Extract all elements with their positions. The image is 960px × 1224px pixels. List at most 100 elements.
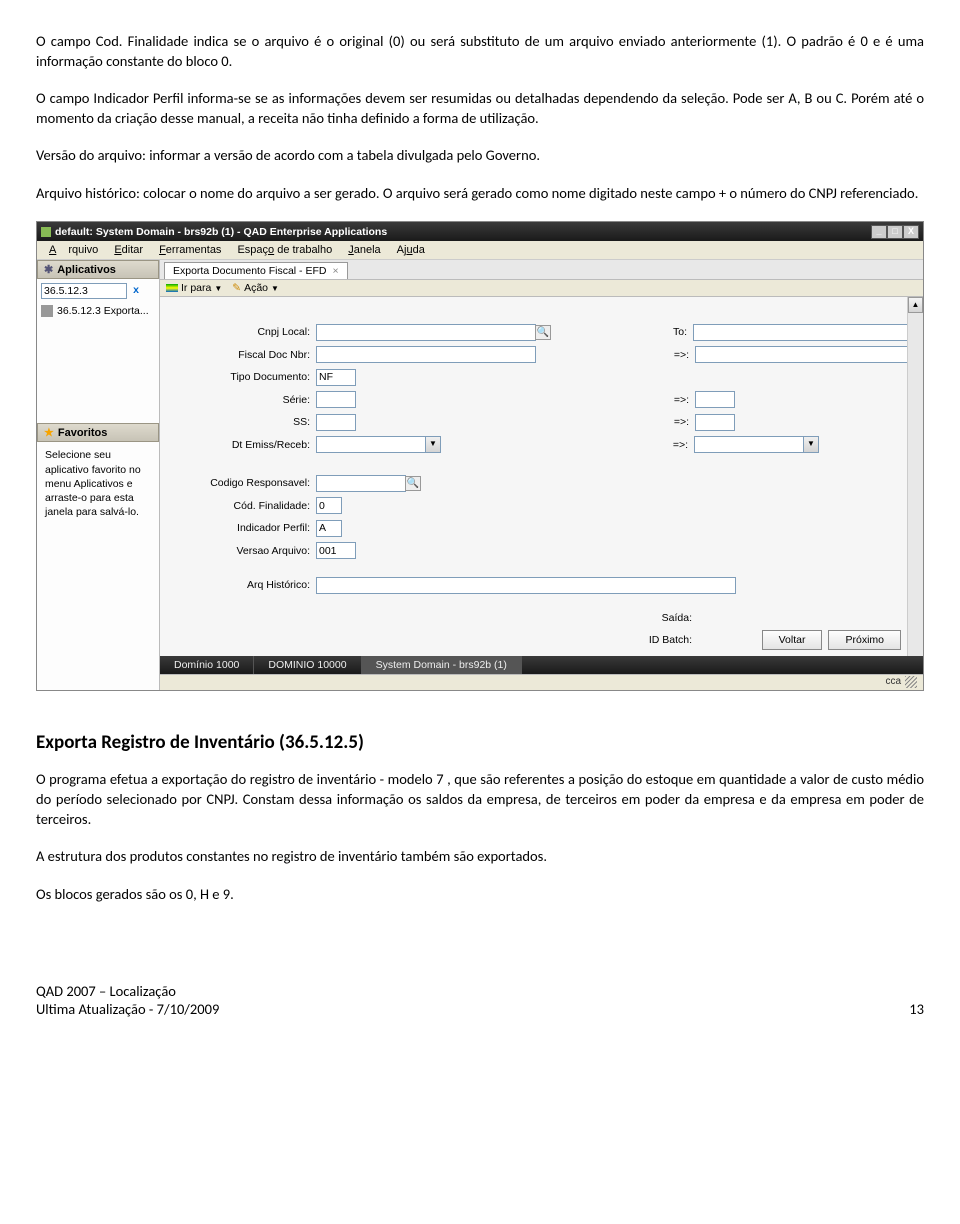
label-indicador-perfil: Indicador Perfil: xyxy=(168,522,316,534)
sidebar-item-label: 36.5.12.3 Exporta... xyxy=(57,305,149,317)
proximo-button[interactable]: Próximo xyxy=(828,630,901,650)
main-area: Exporta Documento Fiscal - EFD × Ir para… xyxy=(160,260,923,690)
vertical-scrollbar[interactable]: ▲ xyxy=(907,297,923,656)
section-heading: Exporta Registro de Inventário (36.5.12.… xyxy=(36,731,924,754)
menu-espaco[interactable]: Espaço de trabalho xyxy=(231,243,338,257)
menu-arquivo[interactable]: Arquivo xyxy=(43,243,104,257)
label-eq: =>: xyxy=(613,416,695,428)
chevron-down-icon: ▼ xyxy=(214,284,222,293)
label-eq: =>: xyxy=(613,349,695,361)
ss-to-input[interactable] xyxy=(695,414,735,431)
tab-label: Exporta Documento Fiscal - EFD xyxy=(173,265,326,277)
label-arq-historico: Arq Histórico: xyxy=(168,579,316,591)
page-number: 13 xyxy=(909,1000,924,1018)
status-user: cca xyxy=(885,676,901,687)
close-button[interactable]: X xyxy=(903,225,919,239)
paragraph: Versão do arquivo: informar a versão de … xyxy=(36,146,924,166)
sidebar-search-input[interactable] xyxy=(41,283,127,299)
chevron-down-icon: ▼ xyxy=(271,284,279,293)
irpara-button[interactable]: Ir para ▼ xyxy=(166,282,222,294)
status-dominio10000[interactable]: DOMINIO 10000 xyxy=(254,656,361,674)
paragraph: Os blocos gerados são os 0, H e 9. xyxy=(36,885,924,905)
favoritos-hint: Selecione seu aplicativo favorito no men… xyxy=(37,442,159,525)
lookup-icon[interactable]: 🔍 xyxy=(535,325,551,340)
label-versao-arquivo: Versao Arquivo: xyxy=(168,545,316,557)
codigo-resp-input[interactable] xyxy=(316,475,406,492)
window-titlebar: default: System Domain - brs92b (1) - QA… xyxy=(37,222,923,241)
sidebar-favoritos-head[interactable]: ★ Favoritos xyxy=(37,423,159,442)
menu-ferramentas[interactable]: Ferramentas xyxy=(153,243,227,257)
fiscal-doc-to-input[interactable] xyxy=(695,346,915,363)
versao-arquivo-input[interactable] xyxy=(316,542,356,559)
status-dominio1000[interactable]: Domínio 1000 xyxy=(160,656,254,674)
voltar-button[interactable]: Voltar xyxy=(762,630,823,650)
acao-button[interactable]: ✎ Ação ▼ xyxy=(232,282,279,294)
tab-bar: Exporta Documento Fiscal - EFD × xyxy=(160,260,923,280)
lookup-icon[interactable]: 🔍 xyxy=(405,476,421,491)
tab-exporta-efd[interactable]: Exporta Documento Fiscal - EFD × xyxy=(164,262,348,279)
wand-icon: ✎ xyxy=(232,282,241,294)
sidebar: ✱ Aplicativos x 36.5.12.3 Exporta... ★ xyxy=(37,260,160,690)
menu-editar[interactable]: Editar xyxy=(108,243,149,257)
fiscal-doc-input[interactable] xyxy=(316,346,536,363)
paragraph: A estrutura dos produtos constantes no r… xyxy=(36,847,924,867)
tipo-doc-input[interactable] xyxy=(316,369,356,386)
statusbar-lower: cca xyxy=(160,674,923,690)
acao-label: Ação xyxy=(244,282,268,294)
date-picker-icon[interactable]: ▼ xyxy=(804,436,819,453)
label-fiscal-doc: Fiscal Doc Nbr: xyxy=(168,349,316,361)
irpara-label: Ir para xyxy=(181,282,211,294)
serie-to-input[interactable] xyxy=(695,391,735,408)
paragraph: O campo Cod. Finalidade indica se o arqu… xyxy=(36,32,924,71)
label-ss: SS: xyxy=(168,416,316,428)
indicador-perfil-input[interactable] xyxy=(316,520,342,537)
sidebar-aplicativos-head[interactable]: ✱ Aplicativos xyxy=(37,260,159,279)
label-dt-emiss: Dt Emiss/Receb: xyxy=(168,439,316,451)
form-area: ▲ Cnpj Local: 🔍 To: Fiscal Doc Nbr: xyxy=(160,297,923,656)
sidebar-item-exporta[interactable]: 36.5.12.3 Exporta... xyxy=(41,303,155,319)
page-footer: QAD 2007 – Localização Ultima Atualizaçã… xyxy=(0,982,960,1034)
arq-historico-input[interactable] xyxy=(316,577,736,594)
label-eq: =>: xyxy=(613,394,695,406)
paragraph: O campo Indicador Perfil informa-se se a… xyxy=(36,89,924,128)
date-picker-icon[interactable]: ▼ xyxy=(426,436,441,453)
sidebar-search-clear[interactable]: x xyxy=(129,284,143,298)
maximize-button[interactable]: □ xyxy=(887,225,903,239)
label-tipo-doc: Tipo Documento: xyxy=(168,371,316,383)
ss-input[interactable] xyxy=(316,414,356,431)
sidebar-head-label: Aplicativos xyxy=(57,264,116,276)
cnpj-to-input[interactable] xyxy=(693,324,913,341)
flag-icon xyxy=(166,284,178,292)
menu-ajuda[interactable]: Ajuda xyxy=(391,243,431,257)
sidebar-head-label: Favoritos xyxy=(58,427,108,439)
dt-emiss-to-input[interactable] xyxy=(694,436,804,453)
footer-line1: QAD 2007 – Localização xyxy=(36,982,219,1000)
cnpj-local-input[interactable] xyxy=(316,324,536,341)
toolbar: Ir para ▼ ✎ Ação ▼ xyxy=(160,280,923,297)
label-eq: =>: xyxy=(612,439,694,451)
resize-grip-icon[interactable] xyxy=(905,676,917,688)
minimize-button[interactable]: _ xyxy=(871,225,887,239)
app-window: default: System Domain - brs92b (1) - QA… xyxy=(36,221,924,691)
window-title: default: System Domain - brs92b (1) - QA… xyxy=(55,226,871,238)
paragraph: Arquivo histórico: colocar o nome do arq… xyxy=(36,184,924,204)
star-icon: ★ xyxy=(44,426,54,439)
label-cnpj-local: Cnpj Local: xyxy=(168,326,316,338)
label-to: To: xyxy=(611,326,693,338)
cod-finalidade-input[interactable] xyxy=(316,497,342,514)
menubar: Arquivo Editar Ferramentas Espaço de tra… xyxy=(37,241,923,260)
app-icon xyxy=(41,227,51,237)
program-icon xyxy=(41,305,53,317)
status-system-domain[interactable]: System Domain - brs92b (1) xyxy=(362,656,522,674)
tab-close-icon[interactable]: × xyxy=(332,265,338,277)
scroll-up-icon[interactable]: ▲ xyxy=(908,297,923,313)
dt-emiss-input[interactable] xyxy=(316,436,426,453)
label-cod-finalidade: Cód. Finalidade: xyxy=(168,500,316,512)
statusbar: Domínio 1000 DOMINIO 10000 System Domain… xyxy=(160,656,923,674)
footer-line2: Ultima Atualização - 7/10/2009 xyxy=(36,1000,219,1018)
menu-janela[interactable]: Janela xyxy=(342,243,386,257)
paragraph: O programa efetua a exportação do regist… xyxy=(36,770,924,829)
label-id-batch: ID Batch: xyxy=(168,634,698,646)
label-serie: Série: xyxy=(168,394,316,406)
serie-input[interactable] xyxy=(316,391,356,408)
